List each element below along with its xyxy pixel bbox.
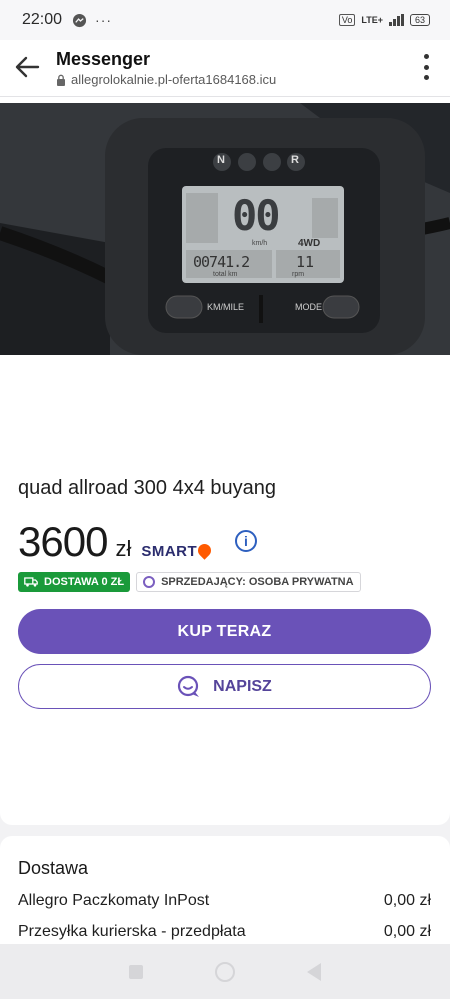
smart-info-icon[interactable]: i	[235, 530, 257, 552]
delivery-badge-label: DOSTAWA 0 ZŁ	[44, 576, 125, 588]
buy-now-button[interactable]: KUP TERAZ	[18, 609, 431, 654]
speed-readout: 00	[232, 191, 281, 240]
battery-icon: 63	[409, 14, 430, 26]
messenger-notification-icon	[72, 13, 87, 27]
smile-icon	[143, 576, 156, 588]
truck-icon	[24, 577, 38, 587]
message-seller-button[interactable]: NAPISZ	[18, 664, 431, 709]
shipping-option-name: Przesyłka kurierska - przedpłata	[18, 923, 246, 940]
status-time: 22:00	[22, 11, 63, 28]
browser-header: Messenger allegrolokalnie.pl-oferta16841…	[0, 40, 450, 97]
shipping-option: Przesyłka kurierska - przedpłata 0,00 zł	[18, 923, 431, 941]
mode-button-label: MODE	[295, 302, 322, 312]
volte-icon: Vo	[338, 14, 356, 26]
listing-photo[interactable]: N R 00 km/h 4WD 00741.2 total km 11 rpm …	[0, 103, 450, 355]
smart-pin-icon	[195, 541, 214, 560]
system-back-icon[interactable]	[307, 962, 321, 981]
recents-icon[interactable]	[129, 964, 143, 979]
header-title: Messenger	[56, 49, 151, 69]
indicator-n: N	[217, 154, 225, 166]
shipping-option-name: Allegro Paczkomaty InPost	[18, 892, 210, 909]
rpm-label: rpm	[292, 271, 305, 278]
smart-label: SMART	[141, 543, 198, 560]
home-icon[interactable]	[215, 961, 235, 982]
drive-mode-label: 4WD	[298, 238, 321, 249]
rpm-readout: 11	[296, 253, 315, 271]
shipping-card: Dostawa Allegro Paczkomaty InPost 0,00 z…	[0, 836, 450, 944]
back-arrow-icon[interactable]	[12, 52, 42, 82]
price-currency: zł	[115, 536, 132, 561]
system-navigation-bar	[0, 944, 450, 999]
smart-logo: SMART	[141, 541, 214, 560]
shipping-option: Allegro Paczkomaty InPost 0,00 zł	[18, 892, 431, 910]
listing-title: quad allroad 300 4x4 buyang	[18, 477, 276, 499]
url-text: allegrolokalnie.pl-oferta1684168.icu	[71, 72, 277, 87]
seller-type-badge: SPRZEDAJĄCY: OSOBA PRYWATNA	[136, 572, 361, 592]
lock-icon	[57, 74, 65, 86]
indicator-r: R	[291, 154, 299, 166]
status-bar: 22:00 ··· Vo LTE+ 63	[0, 0, 450, 40]
chat-icon	[178, 675, 200, 697]
message-seller-label: NAPISZ	[213, 677, 272, 695]
network-type-label: LTE+	[361, 15, 383, 25]
overflow-menu-button[interactable]	[422, 54, 430, 80]
price-row: 3600 zł SMART	[18, 518, 214, 566]
shipping-title: Dostawa	[18, 858, 89, 878]
seller-type-label: SPRZEDAJĄCY: OSOBA PRYWATNA	[161, 576, 354, 588]
odometer-readout: 00741.2	[193, 253, 250, 271]
shipping-option-price: 0,00 zł	[383, 892, 431, 909]
speed-unit-label: km/h	[252, 240, 268, 247]
badges-row: DOSTAWA 0 ZŁ SPRZEDAJĄCY: OSOBA PRYWATNA	[18, 572, 361, 592]
dashboard-photo-drawing	[0, 103, 450, 355]
signal-strength-icon	[388, 14, 404, 26]
price-value: 3600	[18, 518, 108, 565]
more-notifications-icon: ···	[95, 12, 113, 28]
total-km-label: total km	[213, 271, 238, 278]
delivery-badge: DOSTAWA 0 ZŁ	[18, 572, 131, 592]
shipping-option-price: 0,00 zł	[383, 923, 431, 940]
url-row: allegrolokalnie.pl-oferta1684168.icu	[56, 72, 276, 87]
km-mile-button-label: KM/MILE	[207, 302, 245, 312]
